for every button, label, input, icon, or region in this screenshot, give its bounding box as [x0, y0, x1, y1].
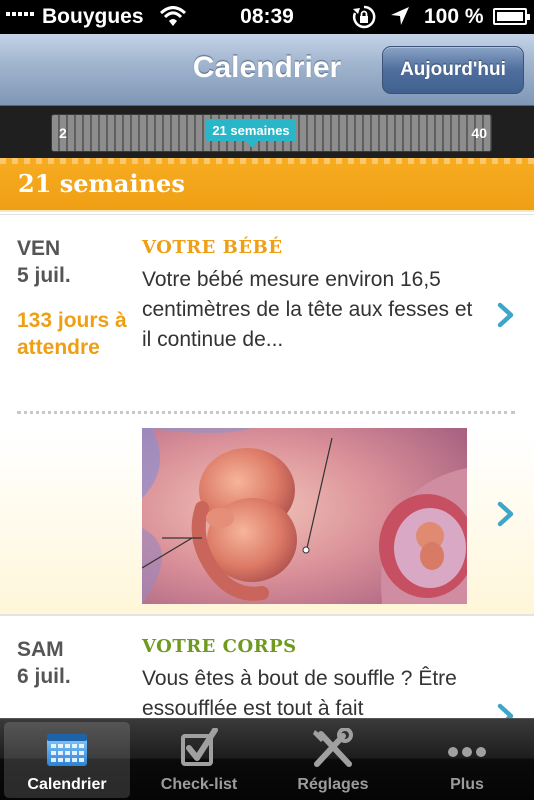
entry-day: VEN [17, 237, 61, 260]
chevron-right-icon[interactable] [494, 702, 518, 718]
list-item[interactable]: SAM 6 juil. VOTRE CORPS Vous êtes à bout… [0, 616, 534, 718]
navigation-bar: Calendrier Aujourd'hui [0, 34, 534, 106]
chevron-right-icon[interactable] [494, 301, 518, 329]
list-item[interactable]: VEN 5 juil. 133 jours à attendre VOTRE B… [0, 214, 534, 614]
battery-icon [493, 8, 530, 25]
more-dots-icon [448, 747, 486, 757]
days-remaining: 133 jours à attendre [17, 309, 127, 359]
checkbox-icon [181, 728, 218, 766]
tab-bar: Calendrier Check-list Réglages Plus [0, 718, 534, 800]
chevron-right-icon[interactable] [494, 500, 518, 528]
divider [17, 411, 515, 414]
tools-icon [313, 728, 353, 767]
entry-text: Vous êtes à bout de souffle ? Être essou… [142, 667, 457, 718]
tab-reglages[interactable]: Réglages [270, 722, 396, 798]
entry-text: Votre bébé mesure environ 16,5 centimètr… [142, 268, 473, 351]
today-button[interactable]: Aujourd'hui [382, 46, 524, 94]
tab-check-list[interactable]: Check-list [136, 722, 262, 798]
rotation-lock-icon [352, 5, 376, 29]
week-slider[interactable]: 2 40 21 semaines [51, 114, 492, 152]
calendar-feed[interactable]: VEN 5 juil. 133 jours à attendre VOTRE B… [0, 214, 534, 718]
tab-calendrier[interactable]: Calendrier [4, 722, 130, 798]
fetus-illustration[interactable] [142, 428, 467, 604]
week-title: 21 semaines [18, 169, 185, 198]
entry-date: 6 juil. [17, 665, 71, 688]
category-label: VOTRE CORPS [142, 636, 297, 657]
tab-label: Réglages [297, 776, 369, 793]
tab-plus[interactable]: Plus [404, 722, 530, 798]
battery-percent: 100 % [424, 5, 484, 28]
tab-label: Check-list [160, 776, 238, 793]
calendar-icon [47, 734, 87, 766]
entry-day: SAM [17, 638, 64, 661]
tab-label: Calendrier [27, 776, 107, 793]
slider-max-label: 40 [471, 125, 487, 141]
category-label: VOTRE BÉBÉ [142, 237, 283, 258]
week-header: 21 semaines [0, 158, 534, 212]
status-bar: Bouygues 08:39 100 % [0, 0, 534, 34]
tab-label: Plus [450, 776, 484, 793]
week-slider-band: 2 40 21 semaines [0, 106, 534, 158]
slider-thumb[interactable]: 21 semaines [206, 119, 296, 148]
location-arrow-icon [391, 7, 409, 25]
slider-min-label: 2 [59, 125, 67, 141]
entry-date: 5 juil. [17, 264, 71, 287]
